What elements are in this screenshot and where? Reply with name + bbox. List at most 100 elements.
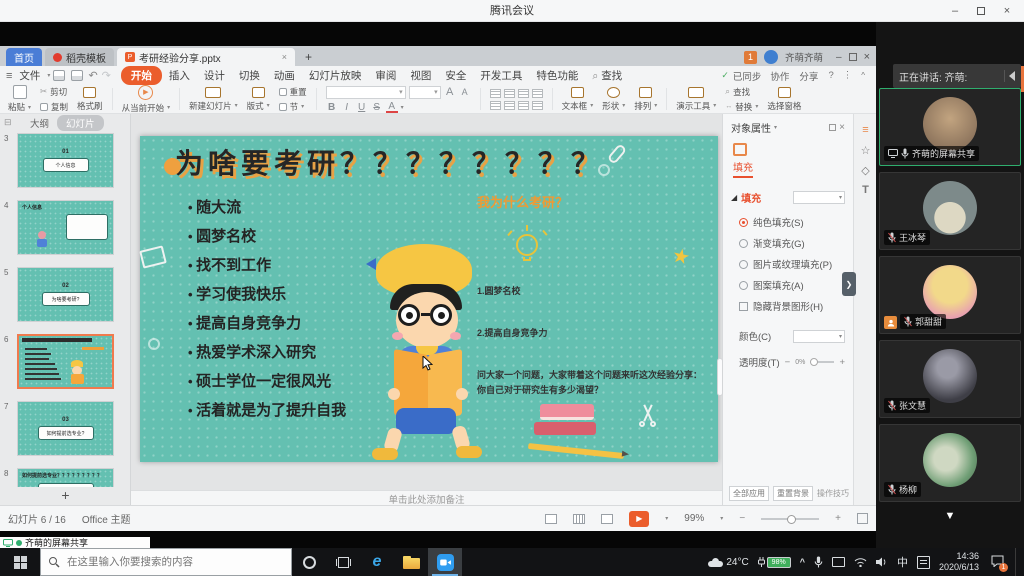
- slide-thumbnail-current[interactable]: 6: [17, 334, 114, 389]
- collapse-panel-arrow[interactable]: [1009, 71, 1015, 81]
- menu-devtools[interactable]: 开发工具: [473, 68, 529, 83]
- find-button[interactable]: ⌕查找: [725, 86, 758, 98]
- tab-document[interactable]: P 考研经验分享.pptx ×: [117, 48, 295, 66]
- reset-button[interactable]: 重置: [279, 86, 307, 98]
- weather-widget[interactable]: 24°C: [708, 557, 748, 568]
- opacity-minus-button[interactable]: −: [785, 357, 791, 368]
- align-left-icon[interactable]: [490, 89, 501, 98]
- clock[interactable]: 14:36 2020/6/13: [939, 551, 979, 573]
- expand-pane-chevron[interactable]: ❯: [842, 272, 856, 296]
- taskbar-search-input[interactable]: [40, 548, 292, 576]
- slide-thumbnail[interactable]: 3 01 个人信息: [17, 133, 114, 188]
- slide-thumbnail[interactable]: 5 02 为啥要考研?: [17, 267, 114, 322]
- collab-button[interactable]: 协作: [765, 69, 794, 83]
- share-button[interactable]: 分享: [794, 69, 823, 83]
- zoom-in-button[interactable]: +: [835, 513, 841, 524]
- font-name-combobox[interactable]: ▾: [326, 86, 406, 99]
- new-tab-button[interactable]: +: [295, 50, 322, 66]
- align-right-icon[interactable]: [518, 89, 529, 98]
- menu-slideshow[interactable]: 幻灯片放映: [302, 68, 369, 83]
- tips-link[interactable]: 操作技巧: [817, 488, 849, 499]
- wps-minimize-button[interactable]: –: [836, 52, 842, 63]
- participant-tile[interactable]: 杨柳: [879, 424, 1021, 502]
- menu-file[interactable]: 文件: [12, 68, 47, 83]
- print-icon[interactable]: [71, 70, 83, 81]
- slider-knob[interactable]: [810, 358, 818, 366]
- hide-background-checkbox[interactable]: 隐藏背景图形(H): [739, 299, 853, 313]
- participant-tile[interactable]: 郭甜甜: [879, 256, 1021, 334]
- selection-pane-button[interactable]: 选择窗格: [767, 87, 801, 112]
- fill-option-solid[interactable]: 纯色填充(S): [739, 215, 853, 229]
- bullet-list-icon[interactable]: [490, 101, 501, 110]
- fill-option-gradient[interactable]: 渐变填充(G): [739, 236, 853, 250]
- ime-language-indicator[interactable]: 中: [897, 554, 908, 570]
- decrease-font-button[interactable]: A: [459, 87, 471, 97]
- save-icon[interactable]: [53, 70, 65, 81]
- more-icon[interactable]: ⋮: [839, 70, 857, 81]
- tray-expand-chevron[interactable]: ^: [800, 557, 805, 567]
- cortana-button[interactable]: [292, 548, 326, 576]
- tab-close-icon[interactable]: ×: [282, 52, 287, 62]
- properties-icon[interactable]: ≡: [854, 120, 877, 140]
- fill-tab[interactable]: 填充: [733, 159, 753, 178]
- normal-view-icon[interactable]: [545, 514, 557, 524]
- tab-docer-template[interactable]: 稻壳模板: [45, 48, 114, 66]
- outline-tab[interactable]: 大纲: [30, 116, 49, 130]
- tencent-meeting-taskbar-icon[interactable]: [428, 548, 462, 576]
- reset-background-button[interactable]: 重置背景: [773, 486, 813, 501]
- menu-animation[interactable]: 动画: [267, 68, 302, 83]
- wps-restore-button[interactable]: [849, 53, 857, 61]
- start-button[interactable]: [0, 548, 40, 576]
- beautify-star-icon[interactable]: ☆: [854, 140, 877, 160]
- fit-window-icon[interactable]: [857, 513, 868, 524]
- number-list-icon[interactable]: [504, 101, 515, 110]
- menu-find[interactable]: ⌕ 查找: [585, 68, 629, 83]
- menu-design[interactable]: 设计: [197, 68, 232, 83]
- new-slide-button[interactable]: 新建幻灯片▾: [189, 87, 238, 112]
- panel-collapse-handle[interactable]: [717, 358, 723, 396]
- fill-preset-dropdown[interactable]: ▾: [793, 191, 845, 204]
- arrange-button[interactable]: 排列▾: [634, 87, 657, 112]
- help-icon[interactable]: ?: [823, 70, 838, 81]
- format-painter-button[interactable]: 格式刷: [77, 87, 103, 112]
- slide[interactable]: 为啥要考研？？？？？？？？ 随大流 圆梦名校 找不到工作 学习使我快乐 提高自身…: [140, 136, 718, 462]
- present-tools-button[interactable]: 演示工具▾: [676, 87, 716, 112]
- slide-thumbnail[interactable]: 8 如何提前选专业？？？？？？？？？: [17, 468, 114, 487]
- bold-button[interactable]: B: [326, 102, 338, 113]
- file-explorer-icon[interactable]: [394, 548, 428, 576]
- text-tool-icon[interactable]: T: [854, 180, 877, 200]
- line-spacing-icon[interactable]: [532, 101, 543, 110]
- fill-option-picture[interactable]: 图片或纹理填充(P): [739, 257, 853, 271]
- align-center-icon[interactable]: [504, 89, 515, 98]
- zoom-out-button[interactable]: −: [739, 513, 745, 524]
- maximize-button[interactable]: [968, 2, 994, 20]
- participant-tile[interactable]: 张文慧: [879, 340, 1021, 418]
- justify-icon[interactable]: [532, 89, 543, 98]
- tray-app-icon[interactable]: [832, 557, 845, 567]
- slides-tab[interactable]: 幻灯片: [57, 115, 104, 131]
- undo-icon[interactable]: ↶: [88, 69, 97, 82]
- fill-option-pattern[interactable]: 图案填充(A): [739, 278, 853, 292]
- scroll-more-participants[interactable]: ▼: [876, 510, 1024, 522]
- underline-button[interactable]: U: [356, 102, 368, 113]
- section-button[interactable]: 节▾: [279, 101, 307, 113]
- strike-button[interactable]: S: [371, 102, 383, 113]
- cut-button[interactable]: ✂剪切: [40, 86, 68, 98]
- sorter-view-icon[interactable]: [573, 514, 585, 524]
- apply-all-button[interactable]: 全部应用: [729, 486, 769, 501]
- menu-insert[interactable]: 插入: [162, 68, 197, 83]
- battery-indicator[interactable]: 98%: [758, 557, 791, 568]
- textbox-button[interactable]: 文本框▾: [562, 87, 594, 112]
- indent-icon[interactable]: [518, 101, 529, 110]
- close-button[interactable]: ×: [994, 2, 1020, 20]
- wps-close-button[interactable]: ×: [864, 51, 870, 63]
- chevron-down-icon[interactable]: ▾: [665, 515, 668, 522]
- shapes-button[interactable]: 形状▾: [602, 87, 625, 112]
- participant-tile[interactable]: 齐萌的屏幕共享: [879, 88, 1021, 166]
- chevron-down-icon[interactable]: ▾: [774, 124, 777, 131]
- minimize-button[interactable]: –: [942, 2, 968, 20]
- task-view-button[interactable]: [326, 548, 360, 576]
- action-center-icon[interactable]: 1: [991, 555, 1004, 570]
- screen-share-indicator[interactable]: 齐萌的屏幕共享: [0, 537, 150, 548]
- tab-wps-home[interactable]: 首页: [6, 48, 42, 66]
